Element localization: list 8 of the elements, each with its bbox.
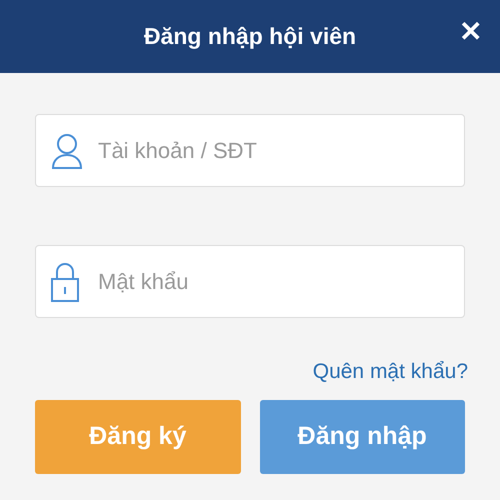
forgot-password-link[interactable]: Quên mật khẩu? bbox=[312, 356, 468, 388]
input-field[interactable]: Tài khoản / SĐT bbox=[35, 114, 465, 187]
input-field[interactable]: Mật khẩu bbox=[35, 245, 465, 318]
close-button[interactable]: ✕ bbox=[459, 18, 482, 46]
user-icon bbox=[51, 132, 83, 168]
dialog-title: Đăng nhập hội viên bbox=[144, 22, 356, 52]
login-button[interactable]: Đăng nhập bbox=[260, 400, 465, 474]
lock-icon bbox=[51, 262, 79, 302]
